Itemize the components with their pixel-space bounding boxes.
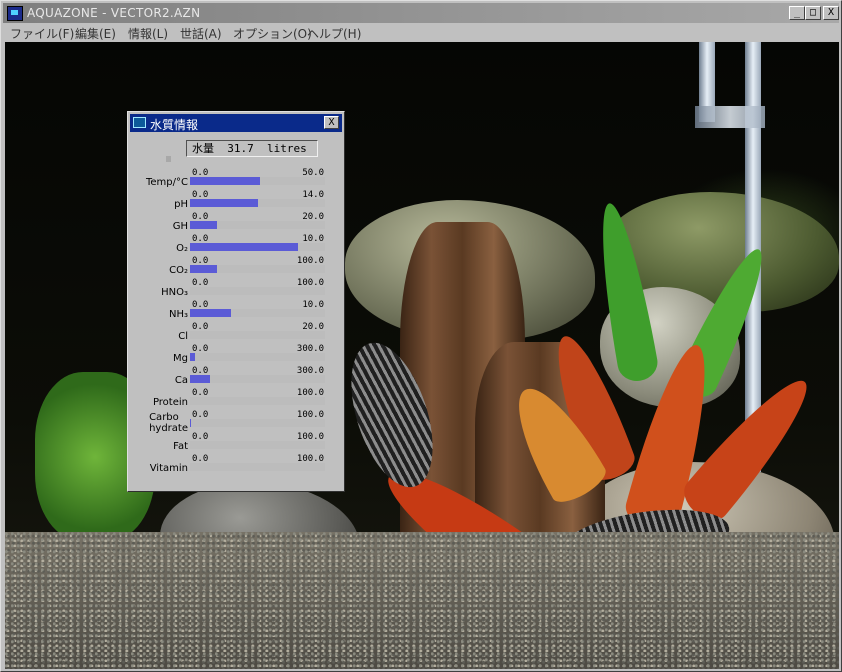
param-bar-track — [190, 265, 325, 273]
param-bar-fill — [190, 309, 231, 317]
param-bar-fill — [190, 199, 258, 207]
param-label: Vitamin — [149, 463, 188, 474]
minimize-button[interactable]: _ — [789, 6, 805, 20]
menu-help[interactable]: ヘルプ(H) — [307, 25, 361, 42]
param-row-mg: Mg 0.0 300.0 — [128, 344, 346, 367]
param-bar-track — [190, 221, 325, 229]
param-label: pH — [174, 199, 188, 210]
param-row-hno3: HNO₃ 0.0 100.0 — [128, 278, 346, 301]
menu-info[interactable]: 情報(L) — [128, 25, 168, 42]
param-bar-track — [190, 199, 325, 207]
param-bar-track — [190, 309, 325, 317]
param-row-temp: Temp/°C 0.0 50.0 — [128, 168, 346, 191]
menu-care[interactable]: 世話(A) — [180, 25, 222, 42]
param-label: Cl — [178, 331, 188, 342]
param-bar-fill — [190, 177, 260, 185]
param-row-o2: O₂ 0.0 10.0 — [128, 234, 346, 257]
maximize-button[interactable]: □ — [805, 6, 821, 20]
menu-bar: ファイル(F) 編集(E) 情報(L) 世話(A) オプション(O) ヘルプ(H… — [3, 23, 839, 41]
param-label: Ca — [174, 375, 188, 386]
param-row-nh3: NH₃ 0.0 10.0 — [128, 300, 346, 323]
param-bar-fill — [190, 221, 217, 229]
dialog-close-button[interactable]: X — [324, 116, 339, 129]
param-bar-fill — [190, 353, 195, 361]
param-bar-track — [190, 397, 325, 405]
app-window: AQUAZONE - VECTOR2.AZN _ □ X ファイル(F) 編集(… — [0, 0, 842, 672]
param-bar-track — [190, 331, 325, 339]
param-row-co2: CO₂ 0.0 100.0 — [128, 256, 346, 279]
indicator-dot — [166, 156, 171, 162]
filter-clip — [695, 106, 765, 128]
menu-file[interactable]: ファイル(F) — [10, 25, 74, 42]
param-bar-track — [190, 353, 325, 361]
dialog-title: 水質情報 — [150, 118, 199, 132]
param-bar-track — [190, 463, 325, 471]
param-label: NH₃ — [168, 309, 188, 320]
param-bar-fill — [190, 243, 298, 251]
param-label: HNO₃ — [161, 287, 188, 298]
param-bar-track — [190, 441, 325, 449]
param-row-ph: pH 0.0 14.0 — [128, 190, 346, 213]
param-bar-fill — [190, 375, 210, 383]
param-row-cl: Cl 0.0 20.0 — [128, 322, 346, 345]
param-label: Carbo hydrate — [149, 412, 188, 434]
gravel-substrate — [5, 532, 839, 669]
param-row-gh: GH 0.0 20.0 — [128, 212, 346, 235]
monitor-icon — [133, 117, 146, 128]
water-volume-display: 水量 31.7 litres — [186, 140, 318, 157]
param-label: O₂ — [176, 243, 188, 254]
title-bar[interactable]: AQUAZONE - VECTOR2.AZN _ □ X — [3, 3, 839, 23]
param-bar-track — [190, 375, 325, 383]
param-label: GH — [172, 221, 188, 232]
param-bar-fill — [190, 419, 191, 427]
app-icon[interactable] — [7, 6, 23, 21]
menu-edit[interactable]: 編集(E) — [75, 25, 116, 42]
param-bar-track — [190, 287, 325, 295]
water-quality-dialog: 水質情報 X 水量 31.7 litres Temp/°C 0.0 50.0 p… — [127, 111, 345, 492]
window-title: AQUAZONE - VECTOR2.AZN — [27, 6, 201, 20]
param-label: CO₂ — [169, 265, 188, 276]
close-button[interactable]: X — [823, 6, 839, 20]
param-label: Fat — [173, 441, 188, 452]
param-row-protein: Protein 0.0 100.0 — [128, 388, 346, 411]
param-row-carbohydrate: Carbo hydrate 0.0 100.0 — [128, 410, 346, 434]
param-row-fat: Fat 0.0 100.0 — [128, 432, 346, 455]
param-label: Protein — [152, 397, 188, 408]
param-label: Temp/°C — [145, 177, 188, 188]
param-label: Mg — [173, 353, 188, 364]
param-bar-track — [190, 177, 325, 185]
menu-options[interactable]: オプション(O) — [233, 25, 312, 42]
param-bar-track — [190, 419, 325, 427]
param-bar-fill — [190, 265, 217, 273]
dialog-title-bar[interactable]: 水質情報 X — [130, 114, 342, 132]
param-bar-track — [190, 243, 325, 251]
param-row-vitamin: Vitamin 0.0 100.0 — [128, 454, 346, 477]
param-row-ca: Ca 0.0 300.0 — [128, 366, 346, 389]
